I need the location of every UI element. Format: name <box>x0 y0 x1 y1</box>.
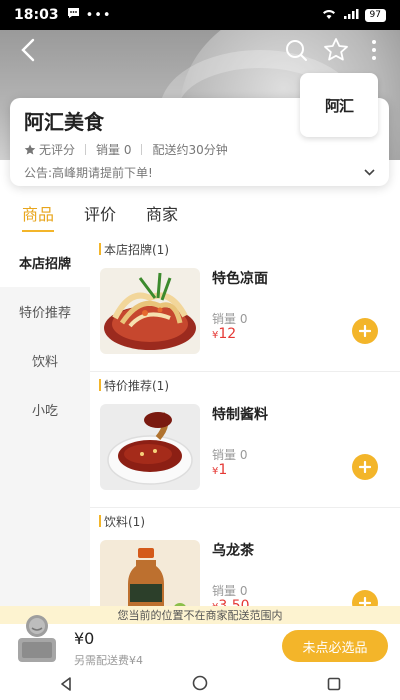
product-sales: 销量 0 <box>212 312 248 326</box>
sidebar-item-specials[interactable]: 特价推荐 <box>0 287 90 336</box>
sidebar-item-snacks[interactable]: 小吃 <box>0 385 90 434</box>
more-icon[interactable] <box>360 36 388 64</box>
status-time: 18:03 <box>14 7 59 23</box>
sidebar-item-signature[interactable]: 本店招牌 <box>0 238 90 287</box>
plus-icon <box>359 461 371 473</box>
back-nav-icon[interactable] <box>59 676 73 695</box>
divider <box>141 144 143 155</box>
section-title: 饮料(1) <box>90 510 400 532</box>
add-to-cart-button[interactable] <box>352 454 378 480</box>
product-name: 乌龙茶 <box>212 543 254 559</box>
battery-icon: 97 <box>364 8 386 22</box>
section-title: 特价推荐(1) <box>90 374 400 396</box>
shop-notice[interactable]: 公告:高峰期请提前下单! <box>24 164 375 181</box>
cart-total: ¥0 <box>74 629 95 648</box>
home-nav-icon[interactable] <box>192 675 208 695</box>
cart-bar: ¥0 另需配送费¥4 未点必选品 <box>0 615 400 670</box>
tab-reviews[interactable]: 评价 <box>84 200 116 230</box>
notice-text: 公告:高峰期请提前下单! <box>24 166 153 180</box>
product-name: 特制酱料 <box>212 407 268 423</box>
sidebar-item-drinks[interactable]: 饮料 <box>0 336 90 385</box>
wifi-icon <box>321 8 337 23</box>
product-price: ¥1 <box>212 462 228 478</box>
product-image-sauce[interactable] <box>100 404 200 490</box>
signal-icon <box>343 8 359 23</box>
tab-merchant[interactable]: 商家 <box>146 200 178 230</box>
system-nav-bar <box>0 670 400 700</box>
add-to-cart-button[interactable] <box>352 318 378 344</box>
shop-meta: 无评分 销量 0 配送约30分钟 <box>24 141 375 158</box>
product-image-noodles[interactable] <box>100 268 200 354</box>
divider <box>85 144 87 155</box>
product-price: ¥12 <box>212 326 237 342</box>
tab-products[interactable]: 商品 <box>22 200 55 232</box>
delivery-fee: 另需配送费¥4 <box>74 654 143 667</box>
product-sales: 销量 0 <box>212 448 248 462</box>
plus-icon <box>359 325 371 337</box>
category-sidebar: 本店招牌 特价推荐 饮料 小吃 <box>0 238 90 608</box>
shop-sales: 销量 0 <box>96 143 132 157</box>
section-title: 本店招牌(1) <box>90 238 400 260</box>
shop-rating: 无评分 <box>39 143 76 157</box>
product-item[interactable]: 乌龙茶 销量 0 ¥3.50 <box>90 532 400 608</box>
status-bar: 18:03 ••• 97 <box>0 0 400 30</box>
shop-logo-text: 阿汇 <box>324 96 354 115</box>
search-icon[interactable] <box>282 36 310 64</box>
product-item[interactable]: 特色凉面 销量 0 ¥12 <box>90 260 400 372</box>
favorite-star-icon[interactable] <box>322 36 350 64</box>
chevron-down-icon[interactable] <box>364 166 375 179</box>
product-item[interactable]: 特制酱料 销量 0 ¥1 <box>90 396 400 508</box>
recents-nav-icon[interactable] <box>327 676 341 695</box>
more-notifications-icon: ••• <box>85 7 112 23</box>
rating-star-icon <box>24 144 36 154</box>
product-list: 本店招牌(1) 特色凉面 销量 0 ¥12 特价推荐(1) 特制酱料 销量 0 … <box>90 238 400 608</box>
message-icon <box>67 7 80 23</box>
shop-logo: 阿汇 <box>300 73 378 137</box>
back-icon[interactable] <box>14 36 42 64</box>
product-image-tea[interactable] <box>100 540 200 608</box>
product-sales: 销量 0 <box>212 584 248 598</box>
tab-bar: 商品 评价 商家 <box>0 200 400 236</box>
product-name: 特色凉面 <box>212 271 268 287</box>
checkout-button[interactable]: 未点必选品 <box>282 630 388 662</box>
delivery-time: 配送约30分钟 <box>152 143 228 157</box>
cart-icon[interactable] <box>12 608 62 666</box>
